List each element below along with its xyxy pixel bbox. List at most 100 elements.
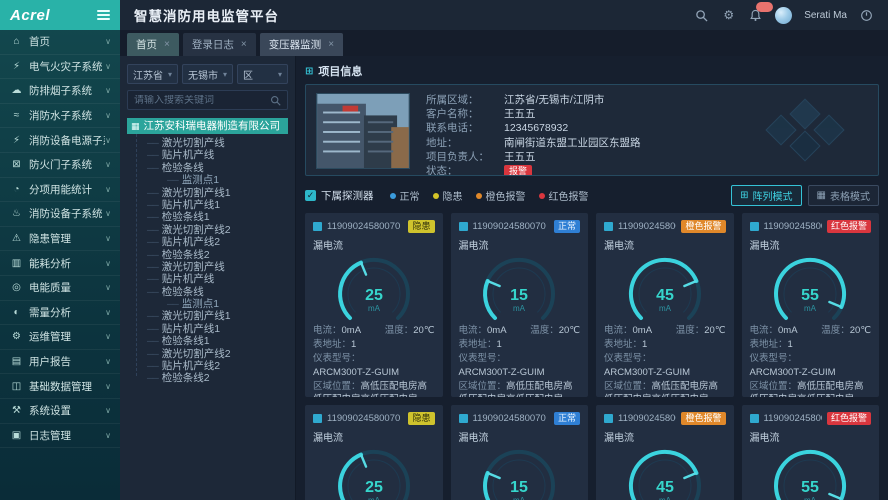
sidebar-item-energy-analysis[interactable]: ▥能耗分析∨ [0, 251, 120, 276]
gauge-label: 漏电流 [313, 429, 435, 444]
tree-search-input[interactable] [134, 95, 266, 106]
tree-item[interactable]: ──贴片机产线 [127, 149, 288, 161]
tree-item[interactable]: ──贴片机产线2 [127, 360, 288, 372]
project-field: 地址：南闸街道东盟工业园区东盟路 [426, 136, 641, 150]
gauge-card: 11909024580070橙色报警漏电流 45 mA 电流：0mA温度：20℃… [596, 213, 734, 397]
sidebar-item-label: 日志管理 [29, 428, 105, 443]
tree-item-label: 监测点1 [182, 174, 219, 186]
tree-item[interactable]: ──检验条线 [127, 286, 288, 298]
avatar[interactable] [775, 7, 792, 24]
menu-toggle-icon[interactable] [97, 10, 110, 20]
field-label: 表地址： [459, 339, 497, 350]
sidebar-item-smoke-exhaust[interactable]: ☁防排烟子系统∨ [0, 79, 120, 104]
tree-item[interactable]: ──激光切割产线2 [127, 224, 288, 236]
sidebar-item-label: 能耗分析 [29, 256, 105, 271]
sidebar-item-home[interactable]: ⌂首页∨ [0, 30, 120, 55]
tree-item[interactable]: ──激光切割产线2 [127, 348, 288, 360]
tree-item[interactable]: ──激光切割产线 [127, 137, 288, 149]
status-badge: 红色报警 [827, 412, 871, 425]
checkbox[interactable] [313, 222, 322, 231]
tree-item[interactable]: ──监测点1 [127, 298, 288, 310]
sidebar-item-demand-analysis[interactable]: ◐需量分析∨ [0, 301, 120, 326]
sub-detector-checkbox[interactable]: ✓ 下属探测器 [305, 188, 374, 203]
tree-item[interactable]: ──激光切割产线1 [127, 310, 288, 322]
gear-icon[interactable]: ⚙ [721, 8, 736, 23]
tab-home[interactable]: 首页× [127, 33, 179, 56]
sidebar-item-user-report[interactable]: ▤用户报告∨ [0, 350, 120, 375]
sidebar-item-power-quality[interactable]: ◎电能质量∨ [0, 276, 120, 301]
province-select[interactable]: 江苏省▾ [127, 64, 178, 84]
checkbox[interactable] [750, 414, 759, 423]
tree-item[interactable]: ──贴片机产线1 [127, 323, 288, 335]
area-location: 区域位置：高低压配电房高低压配电房高低压配电房 [313, 380, 435, 397]
sidebar-item-fire-water[interactable]: ≈消防水子系统∨ [0, 104, 120, 129]
gauge-card-header: 11909024580070正常 [459, 220, 581, 233]
checkbox[interactable] [459, 414, 468, 423]
tree-item[interactable]: ──贴片机产线1 [127, 199, 288, 211]
sidebar-item-fire-power[interactable]: ⚡消防设备电源子系统∨ [0, 128, 120, 153]
tab-transformer-monitor[interactable]: 变压器监测× [260, 33, 343, 56]
sidebar-item-log[interactable]: ▣日志管理∨ [0, 424, 120, 449]
tree-item[interactable]: ──贴片机产线 [127, 273, 288, 285]
status-badge: 报警 [504, 165, 532, 176]
field-label: 区域位置： [750, 381, 798, 392]
tree-connector: ── [147, 324, 158, 334]
close-icon[interactable]: × [328, 39, 334, 50]
sidebar-item-base-data[interactable]: ◫基础数据管理∨ [0, 374, 120, 399]
kv-pair: 电流：0mA [313, 324, 361, 338]
chevron-down-icon: ∨ [105, 185, 111, 194]
tab-login-log[interactable]: 登录日志× [183, 33, 256, 56]
tree-item-selected[interactable]: ▦江苏安科瑞电器制造有限公司 [127, 118, 288, 134]
gauge-label: 漏电流 [459, 429, 581, 444]
power-icon[interactable] [859, 8, 874, 23]
sidebar-item-label: 防排烟子系统 [29, 83, 105, 98]
field-label: 仪表型号： [750, 353, 798, 364]
status-badge: 红色报警 [827, 220, 871, 233]
search-icon[interactable] [694, 8, 709, 23]
view-mode-button-table[interactable]: ▦表格模式 [808, 185, 879, 206]
city-select[interactable]: 无锡市▾ [182, 64, 233, 84]
tree-connector: ── [147, 250, 158, 260]
tree-item[interactable]: ──检验条线1 [127, 211, 288, 223]
kv-pair: 电流：0mA [604, 324, 652, 338]
checkbox[interactable] [604, 414, 613, 423]
sidebar-item-electric-fire[interactable]: ⚡电气火灾子系统∨ [0, 55, 120, 80]
checkbox[interactable] [313, 414, 322, 423]
tree-item[interactable]: ──检验条线2 [127, 249, 288, 261]
svg-text:mA: mA [804, 496, 817, 500]
sidebar-item-hazard[interactable]: ⚠隐患管理∨ [0, 227, 120, 252]
sidebar-item-label: 隐患管理 [29, 231, 105, 246]
district-select[interactable]: 区▾ [237, 64, 288, 84]
username[interactable]: Serati Ma [804, 10, 847, 21]
tree-item[interactable]: ──检验条线 [127, 162, 288, 174]
meter-model: 仪表型号：ARCM300T-Z-GUIM [459, 352, 581, 380]
sidebar-item-system-settings[interactable]: ⚒系统设置∨ [0, 399, 120, 424]
field-value: 1 [497, 339, 502, 350]
sidebar-item-ops[interactable]: ⚙运维管理∨ [0, 325, 120, 350]
sidebar-item-fire-device[interactable]: ♨消防设备子系统∨ [0, 202, 120, 227]
close-icon[interactable]: × [164, 39, 170, 50]
sidebar-item-energy-stat[interactable]: ◔分项用能统计∨ [0, 178, 120, 203]
tree-item[interactable]: ──检验条线1 [127, 335, 288, 347]
tree-item[interactable]: ──贴片机产线2 [127, 236, 288, 248]
sidebar-item-fire-door[interactable]: ⊠防火门子系统∨ [0, 153, 120, 178]
checkbox[interactable] [604, 222, 613, 231]
sidebar-item-label: 消防设备电源子系统 [29, 133, 105, 148]
checkbox[interactable] [459, 222, 468, 231]
area-location: 区域位置：高低压配电房高低压配电房高低压配电房 [604, 380, 726, 397]
device-id: 11909024580070 [764, 413, 822, 424]
tree-item[interactable]: ──激光切割产线 [127, 261, 288, 273]
tree-item[interactable]: ──检验条线2 [127, 372, 288, 384]
tree-item[interactable]: ──监测点1 [127, 174, 288, 186]
checkbox[interactable] [750, 222, 759, 231]
close-icon[interactable]: × [241, 39, 247, 50]
bell-icon[interactable] [748, 8, 763, 23]
tree-item[interactable]: ──激光切割产线1 [127, 187, 288, 199]
sidebar-item-label: 首页 [29, 34, 105, 49]
tree-item-label: 江苏安科瑞电器制造有限公司 [144, 120, 281, 132]
svg-text:mA: mA [659, 304, 672, 313]
view-mode-button-grid[interactable]: ⊞阵列模式 [731, 185, 801, 206]
legend-dot-icon [476, 193, 482, 199]
kv-pair: 温度：20℃ [530, 324, 580, 338]
device-id: 11909024580070 [618, 221, 676, 232]
